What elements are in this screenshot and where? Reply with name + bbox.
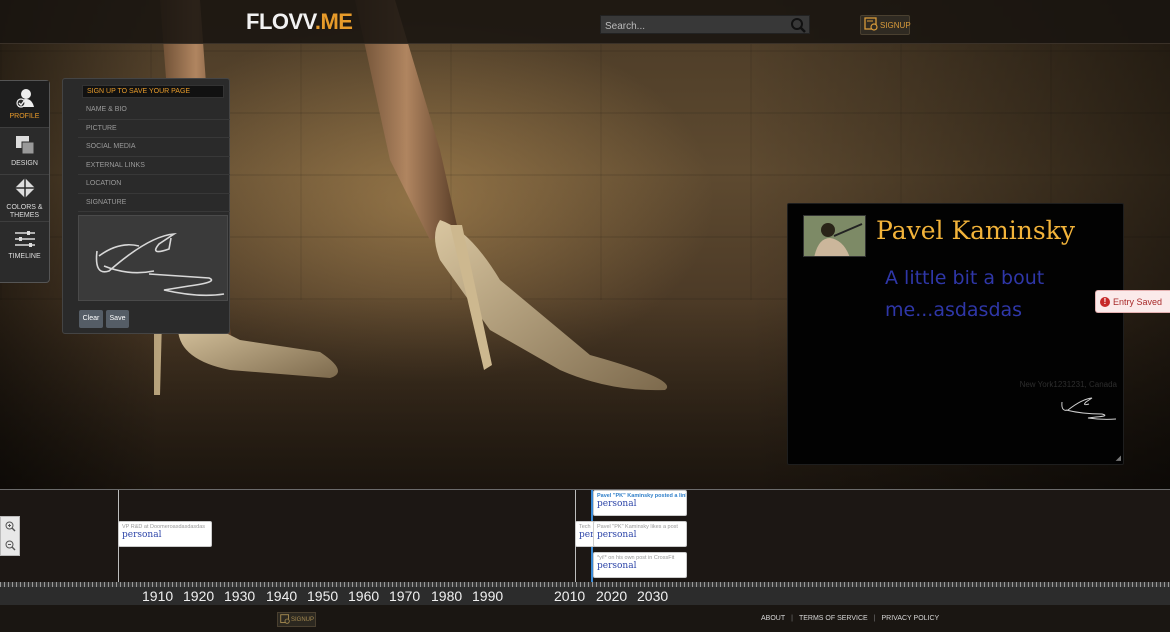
year-label[interactable]: 1930 — [224, 588, 255, 604]
section-social-media[interactable]: SOCIAL MEDIA — [78, 138, 230, 157]
signature-drawing — [95, 232, 225, 297]
terms-link[interactable]: TERMS OF SERVICE — [799, 615, 868, 622]
save-signature-button[interactable]: Save — [106, 310, 129, 328]
signup-prompt[interactable]: SIGN UP TO SAVE YOUR PAGE — [82, 85, 224, 98]
editor-sidebar: PROFILE DESIGN COLORS & THEMES TIMELINE — [0, 80, 50, 283]
section-picture[interactable]: PICTURE — [78, 120, 230, 138]
event-tag: personal — [122, 530, 162, 540]
timeline-event[interactable]: Pavel "PK" Kaminsky posted a link person… — [593, 490, 687, 516]
avatar[interactable] — [803, 215, 866, 257]
search-box — [600, 15, 810, 35]
page: FLOVV.ME SIGNUP PROFILE DESIGN COLORS & … — [0, 0, 1170, 632]
signup-icon — [280, 613, 290, 626]
separator: | — [791, 615, 793, 622]
sidebar-item-profile[interactable]: PROFILE — [0, 81, 49, 128]
privacy-link[interactable]: PRIVACY POLICY — [882, 615, 940, 622]
entry-saved-toast: ! Entry Saved — [1095, 290, 1170, 313]
event-title: *yi!* on his own post in CrossFit — [597, 555, 675, 561]
zoom-controls — [0, 516, 20, 556]
profile-card: Pavel Kaminsky A little bit a bout me...… — [787, 203, 1124, 465]
separator: | — [873, 615, 876, 622]
logo-suffix: .ME — [314, 9, 353, 34]
sidebar-item-label: COLORS & THEMES — [6, 203, 43, 219]
year-label[interactable]: 2010 — [554, 588, 585, 604]
colors-themes-icon — [14, 177, 36, 202]
sidebar-item-design[interactable]: DESIGN — [0, 128, 49, 175]
signup-label: SIGNUP — [880, 20, 911, 30]
year-label[interactable]: 1910 — [142, 588, 173, 604]
event-title: VP R&D at Doomeroasdasdasdas — [122, 524, 206, 530]
design-icon — [15, 135, 35, 158]
timeline-sliders-icon — [14, 230, 36, 251]
event-title: Pavel "PK" Kaminsky posted a link — [597, 493, 686, 499]
timeline-event[interactable]: Pavel "PK" Kaminsky likes a post persona… — [593, 521, 687, 547]
alert-icon: ! — [1100, 296, 1110, 307]
profile-editor-panel: SIGN UP TO SAVE YOUR PAGE NAME & BIO PIC… — [62, 78, 230, 334]
logo-main: FLOVV — [246, 9, 315, 34]
year-label[interactable]: 1980 — [431, 588, 462, 604]
zoom-in-icon[interactable] — [1, 517, 19, 536]
timeline-event[interactable]: Tech per — [575, 521, 595, 547]
event-tag: personal — [597, 561, 637, 571]
section-location[interactable]: LOCATION — [78, 175, 230, 194]
sidebar-item-timeline[interactable]: TIMELINE — [0, 222, 49, 269]
timeline-event[interactable]: VP R&D at Doomeroasdasdasdas personal — [118, 521, 212, 547]
year-label[interactable]: 1940 — [266, 588, 297, 604]
section-name-bio[interactable]: NAME & BIO — [78, 101, 230, 120]
zoom-out-icon[interactable] — [1, 536, 19, 555]
signature-canvas[interactable] — [78, 215, 228, 301]
sidebar-item-label: DESIGN — [11, 159, 38, 167]
event-title: Pavel "PK" Kaminsky likes a post — [597, 524, 678, 530]
search-icon[interactable] — [790, 17, 806, 38]
sidebar-item-label: PROFILE — [9, 112, 40, 120]
event-tag: personal — [597, 530, 637, 540]
year-label[interactable]: 2020 — [596, 588, 627, 604]
logo[interactable]: FLOVV.ME — [246, 9, 353, 35]
profile-signature — [1061, 397, 1117, 420]
search-input[interactable] — [601, 18, 781, 35]
profile-section-list: NAME & BIO PICTURE SOCIAL MEDIA EXTERNAL… — [78, 101, 230, 212]
profile-icon — [15, 88, 35, 111]
section-signature[interactable]: SIGNATURE — [78, 194, 230, 212]
resize-handle-icon[interactable]: ◢ — [1116, 454, 1121, 462]
profile-name: Pavel Kaminsky — [876, 216, 1075, 245]
signup-icon — [864, 17, 878, 33]
year-label[interactable]: 1990 — [472, 588, 503, 604]
event-tag: per — [579, 530, 595, 540]
year-label[interactable]: 1960 — [348, 588, 379, 604]
footer: SIGNUP ABOUT | TERMS OF SERVICE | PRIVAC… — [0, 605, 1170, 632]
timeline-event[interactable]: *yi!* on his own post in CrossFit person… — [593, 552, 687, 578]
footer-signup-button[interactable]: SIGNUP — [277, 612, 316, 627]
sidebar-item-label: TIMELINE — [8, 253, 41, 260]
top-bar: FLOVV.ME SIGNUP — [0, 0, 1170, 44]
signup-button[interactable]: SIGNUP — [860, 15, 911, 35]
year-label[interactable]: 1950 — [307, 588, 338, 604]
toast-text: Entry Saved — [1113, 296, 1163, 307]
signup-label: SIGNUP — [291, 616, 315, 623]
section-external-links[interactable]: EXTERNAL LINKS — [78, 157, 230, 175]
sidebar-item-colors-themes[interactable]: COLORS & THEMES — [0, 175, 49, 222]
year-label[interactable]: 1970 — [389, 588, 420, 604]
event-title: Tech — [579, 524, 591, 530]
about-link[interactable]: ABOUT — [761, 615, 785, 622]
footer-links: ABOUT | TERMS OF SERVICE | PRIVACY POLIC… — [761, 615, 939, 622]
year-label[interactable]: 1920 — [183, 588, 214, 604]
timeline-years: 1910 1920 1930 1940 1950 1960 1970 1980 … — [0, 587, 1170, 605]
event-tag: personal — [597, 499, 637, 509]
year-label[interactable]: 2030 — [637, 588, 668, 604]
clear-signature-button[interactable]: Clear — [79, 310, 103, 328]
profile-bio: A little bit a bout me...asdasdas — [885, 267, 1045, 321]
profile-location: New York1231231, Canada — [1019, 380, 1117, 389]
